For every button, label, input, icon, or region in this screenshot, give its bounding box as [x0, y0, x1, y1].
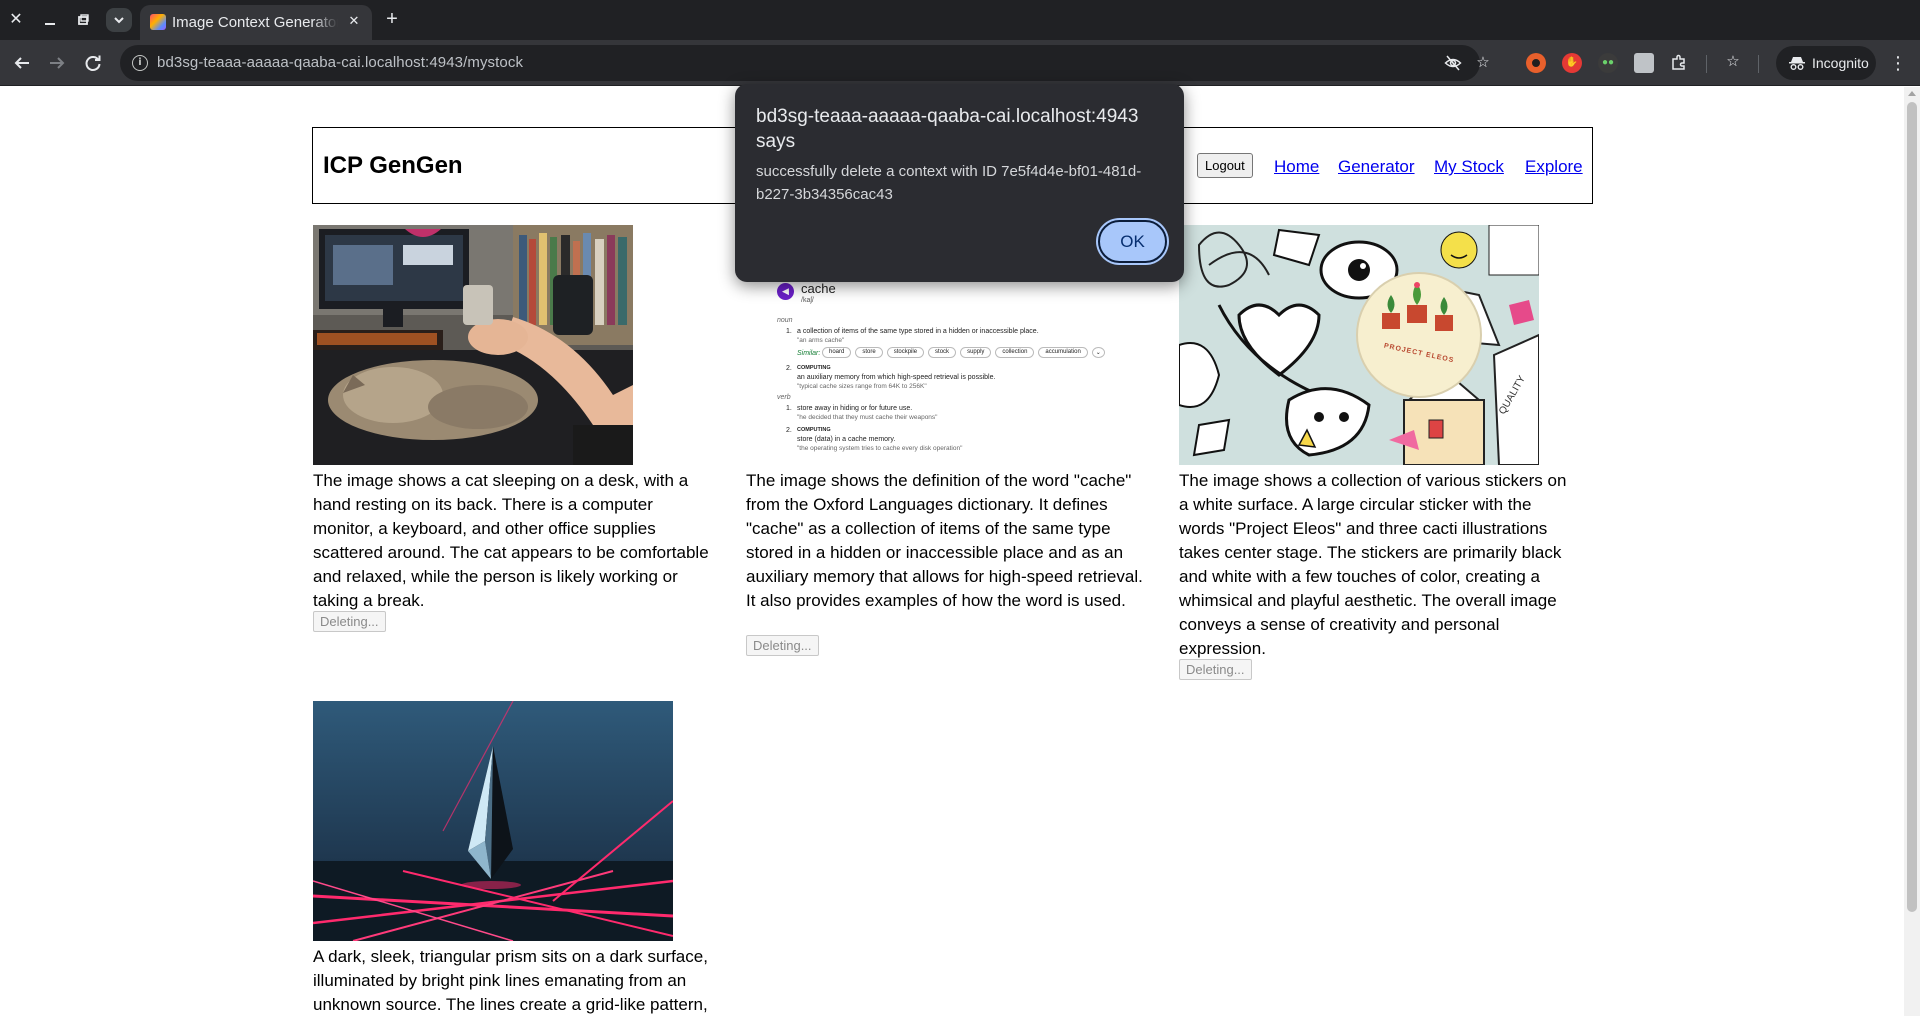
- dict-def-3: store away in hiding or for future use.: [797, 405, 913, 412]
- scrollbar-thumb[interactable]: [1907, 102, 1917, 912]
- cat-on-desk-image: [313, 225, 633, 465]
- similar-chip: stock: [928, 347, 957, 358]
- delete-button[interactable]: Deleting...: [1179, 659, 1252, 680]
- dict-pos-verb: verb: [777, 394, 791, 401]
- card-description: The image shows a collection of various …: [1179, 471, 1567, 658]
- incognito-indicator[interactable]: Incognito: [1776, 46, 1876, 80]
- forward-arrow-icon[interactable]: [45, 51, 69, 75]
- dialog-message: successfully delete a context with ID 7e…: [756, 163, 1142, 203]
- dict-example-3: "he decided that they must cache their w…: [797, 414, 938, 421]
- nav-link-explore[interactable]: Explore: [1525, 157, 1583, 177]
- chevron-down-icon: ⌄: [1091, 347, 1105, 358]
- dict-def-1: a collection of items of the same type s…: [797, 328, 1039, 335]
- stickers-image: QUALITY PROJECT ELEOS: [1179, 225, 1539, 465]
- minimize-icon[interactable]: [38, 8, 62, 32]
- extension-1-icon[interactable]: [1526, 53, 1546, 73]
- eye-off-icon[interactable]: [1444, 54, 1462, 72]
- close-window-icon[interactable]: ✕: [4, 8, 28, 32]
- url-text[interactable]: bd3sg-teaaa-aaaaa-qaaba-cai.localhost:49…: [157, 54, 523, 71]
- dialog-title: bd3sg-teaaa-aaaaa-qaaba-cai.localhost:49…: [756, 106, 1139, 152]
- browser-toolbar: i bd3sg-teaaa-aaaaa-qaaba-cai.localhost:…: [0, 40, 1920, 86]
- dict-def-2: an auxiliary memory from which high-spee…: [797, 374, 996, 381]
- bookmarks-star-icon[interactable]: ☆: [1724, 53, 1742, 71]
- extensions-puzzle-icon[interactable]: [1670, 53, 1688, 71]
- site-title: ICP GenGen: [323, 152, 463, 179]
- dict-num-1: 1.: [786, 328, 792, 335]
- dict-similar-list: hoard store stockpile stock supply colle…: [822, 347, 1105, 358]
- dict-num-3: 1.: [786, 405, 792, 412]
- similar-chip: hoard: [822, 347, 852, 358]
- page-scrollbar[interactable]: [1904, 87, 1920, 1016]
- speaker-icon: ◀: [777, 283, 794, 300]
- delete-button[interactable]: Deleting...: [746, 635, 819, 656]
- new-tab-plus-icon[interactable]: +: [380, 8, 404, 32]
- prism-image: [313, 701, 673, 941]
- dict-def-4: store (data) in a cache memory.: [797, 436, 896, 443]
- similar-chip: supply: [960, 347, 992, 358]
- toolbar-divider: [1706, 55, 1707, 73]
- tab-title: Image Context Generator: [172, 14, 338, 31]
- nav-link-home[interactable]: Home: [1274, 157, 1319, 177]
- scroll-up-arrow-icon[interactable]: [1908, 91, 1916, 96]
- dict-pos-noun: noun: [777, 317, 793, 324]
- dict-phonetic: /kaʃ/: [801, 297, 814, 304]
- dict-computing-label: COMPUTING: [797, 365, 831, 371]
- similar-chip: stockpile: [886, 347, 925, 358]
- bookmark-star-icon[interactable]: ☆: [1474, 54, 1492, 72]
- card-description: The image shows a cat sleeping on a desk…: [313, 471, 709, 610]
- dict-num-2: 2.: [786, 365, 792, 372]
- browser-tab[interactable]: Image Context Generator ✕: [140, 5, 372, 40]
- incognito-icon: [1788, 55, 1806, 71]
- nav-link-generator[interactable]: Generator: [1338, 157, 1415, 177]
- dict-word: cache: [801, 281, 836, 296]
- similar-chip: collection: [995, 347, 1035, 358]
- toolbar-divider: [1758, 55, 1759, 73]
- address-bar[interactable]: i bd3sg-teaaa-aaaaa-qaaba-cai.localhost:…: [120, 45, 1490, 81]
- logout-button[interactable]: Logout: [1197, 153, 1253, 178]
- browser-titlebar: ✕ Image Context Generator ✕ +: [0, 0, 1920, 40]
- extension-2-icon[interactable]: ✋: [1562, 53, 1582, 73]
- alert-dialog: bd3sg-teaaa-aaaaa-qaaba-cai.localhost:49…: [735, 84, 1184, 282]
- card-description: The image shows the definition of the wo…: [746, 471, 1143, 610]
- extension-4-icon[interactable]: [1634, 53, 1654, 73]
- dict-example-4: "the operating system tries to cache eve…: [797, 445, 963, 452]
- incognito-label: Incognito: [1812, 55, 1869, 71]
- dict-example-2: "typical cache sizes range from 64K to 2…: [797, 383, 927, 390]
- similar-chip: store: [855, 347, 883, 358]
- dict-num-4: 2.: [786, 427, 792, 434]
- nav-link-my-stock[interactable]: My Stock: [1434, 157, 1504, 177]
- back-arrow-icon[interactable]: [10, 51, 34, 75]
- card-description: A dark, sleek, triangular prism sits on …: [313, 947, 708, 1014]
- reload-icon[interactable]: [81, 51, 105, 75]
- dialog-ok-button[interactable]: OK: [1098, 220, 1167, 263]
- dict-example-1: "an arms cache": [797, 337, 845, 344]
- site-favicon-icon: [150, 14, 166, 30]
- dict-computing-label: COMPUTING: [797, 427, 831, 433]
- restore-icon[interactable]: [71, 8, 95, 32]
- site-info-icon[interactable]: i: [132, 55, 148, 71]
- tab-close-icon[interactable]: ✕: [344, 11, 364, 31]
- delete-button[interactable]: Deleting...: [313, 611, 386, 632]
- extension-3-icon[interactable]: ●●: [1598, 53, 1618, 73]
- browser-menu-kebab-icon[interactable]: ⋮: [1886, 51, 1910, 75]
- similar-chip: accumulation: [1038, 347, 1088, 358]
- dict-similar-label: Similar:: [797, 350, 821, 357]
- tab-search-chevron-icon[interactable]: [106, 8, 132, 32]
